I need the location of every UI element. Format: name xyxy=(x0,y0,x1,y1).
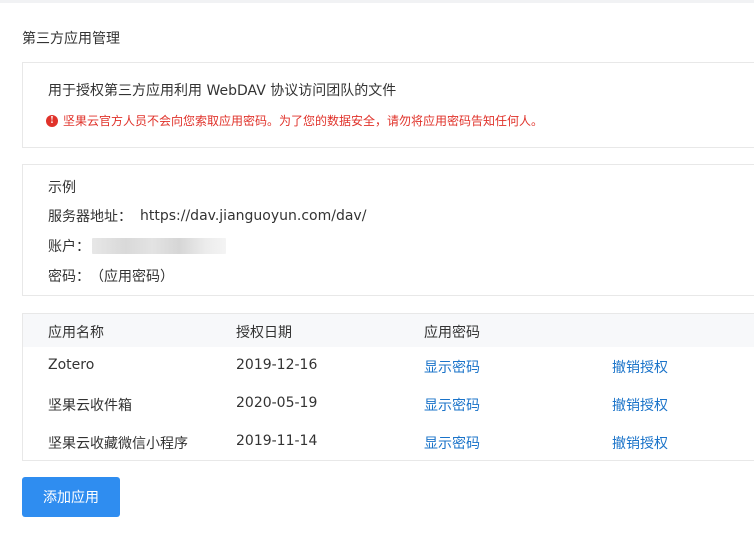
server-address-label: 服务器地址： xyxy=(48,209,132,225)
exclamation-circle-icon: ! xyxy=(46,114,58,127)
intro-description: 用于授权第三方应用利用 WebDAV 协议访问团队的文件 xyxy=(48,83,397,99)
column-header-auth-date: 授权日期 xyxy=(236,325,292,341)
table-header: 应用名称 授权日期 应用密码 xyxy=(23,314,754,347)
warning-line: ! 坚果云官方人员不会向您索取应用密码。为了您的数据安全，请勿将应用密码告知任何… xyxy=(46,112,543,129)
example-heading: 示例 xyxy=(48,180,76,196)
table-row: 坚果云收藏微信小程序 2019-11-14 显示密码 撤销授权 xyxy=(23,423,754,461)
table-row: Zotero 2019-12-16 显示密码 撤销授权 xyxy=(23,347,754,385)
add-app-button[interactable]: 添加应用 xyxy=(22,477,120,517)
intro-card: 用于授权第三方应用利用 WebDAV 协议访问团队的文件 ! 坚果云官方人员不会… xyxy=(22,62,754,148)
account-row: 账户： xyxy=(48,236,226,256)
show-password-link[interactable]: 显示密码 xyxy=(424,433,480,453)
account-value-redacted xyxy=(92,238,226,254)
server-address-value: https://dav.jianguoyun.com/dav/ xyxy=(140,208,367,224)
password-row: 密码： （应用密码） xyxy=(48,266,174,286)
app-name-cell: Zotero xyxy=(48,357,95,373)
apps-table: 应用名称 授权日期 应用密码 Zotero 2019-12-16 显示密码 撤销… xyxy=(22,313,754,461)
password-label: 密码： xyxy=(48,269,90,285)
revoke-auth-link[interactable]: 撤销授权 xyxy=(612,357,668,377)
show-password-link[interactable]: 显示密码 xyxy=(424,395,480,415)
third-party-app-page: 第三方应用管理 用于授权第三方应用利用 WebDAV 协议访问团队的文件 ! 坚… xyxy=(0,0,754,533)
server-address-row: 服务器地址： https://dav.jianguoyun.com/dav/ xyxy=(48,206,366,226)
auth-date-cell: 2019-11-14 xyxy=(236,433,318,449)
auth-date-cell: 2020-05-19 xyxy=(236,395,318,411)
account-label: 账户： xyxy=(48,239,90,255)
show-password-link[interactable]: 显示密码 xyxy=(424,357,480,377)
revoke-auth-link[interactable]: 撤销授权 xyxy=(612,395,668,415)
warning-text: 坚果云官方人员不会向您索取应用密码。为了您的数据安全，请勿将应用密码告知任何人。 xyxy=(63,114,544,128)
app-name-cell: 坚果云收件箱 xyxy=(48,398,132,414)
password-value: （应用密码） xyxy=(90,269,174,285)
auth-date-cell: 2019-12-16 xyxy=(236,357,318,373)
table-row: 坚果云收件箱 2020-05-19 显示密码 撤销授权 xyxy=(23,385,754,423)
page-title: 第三方应用管理 xyxy=(22,31,120,47)
column-header-app-name: 应用名称 xyxy=(48,325,104,341)
column-header-app-password: 应用密码 xyxy=(424,325,480,341)
revoke-auth-link[interactable]: 撤销授权 xyxy=(612,433,668,453)
example-card: 示例 服务器地址： https://dav.jianguoyun.com/dav… xyxy=(22,164,754,296)
app-name-cell: 坚果云收藏微信小程序 xyxy=(48,436,188,452)
